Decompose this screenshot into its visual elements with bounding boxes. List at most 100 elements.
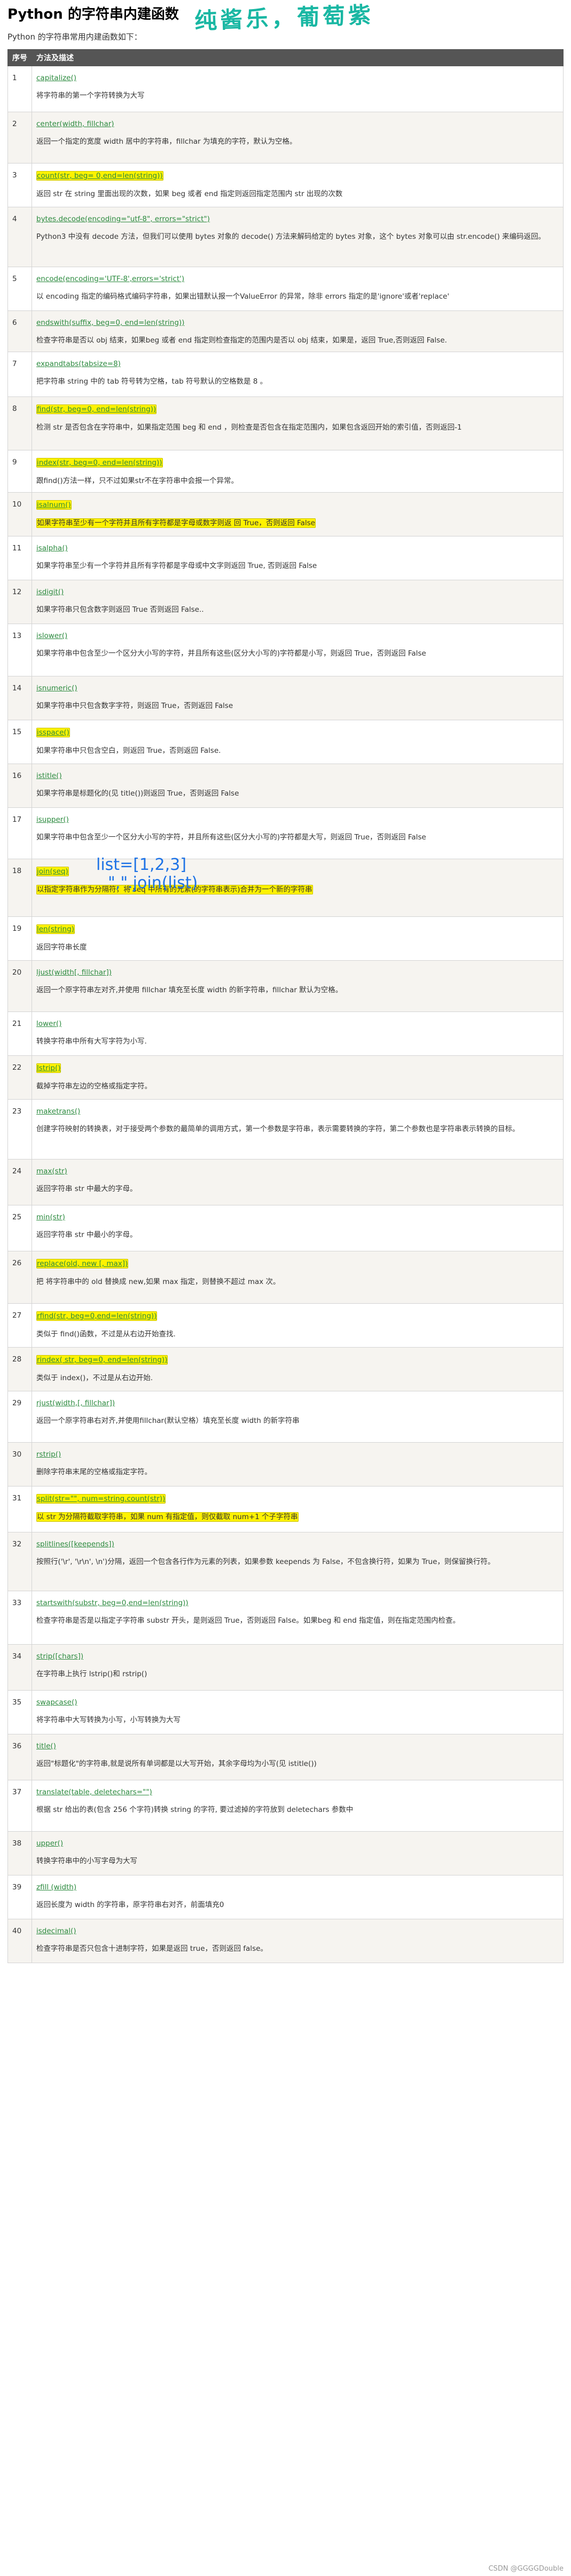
method-link[interactable]: isdecimal(): [36, 1927, 76, 1935]
method-link[interactable]: len(string): [36, 924, 75, 934]
method-description-text: 返回"标题化"的字符串,就是说所有单词都是以大写开始，其余字母均为小写(见 is…: [36, 1760, 317, 1768]
method-description: 如果字符串至少有一个字符并且所有字符都是字母或中文字则返回 True, 否则返回…: [36, 560, 559, 572]
row-number: 33: [7, 1591, 32, 1645]
method-description-text: 以 encoding 指定的编码格式编码字符串，如果出错默认报一个ValueEr…: [36, 292, 450, 301]
table-row: 1 capitalize() 将字符串的第一个字符转换为大写: [7, 66, 564, 112]
row-number: 19: [7, 916, 32, 961]
table-row: 28 rindex( str, beg=0, end=len(string)) 类似…: [7, 1347, 564, 1391]
row-number: 25: [7, 1205, 32, 1251]
method-link[interactable]: capitalize(): [36, 74, 76, 82]
method-link[interactable]: rjust(width,[, fillchar]): [36, 1399, 115, 1407]
method-description-text: 类似于 index()，不过是从右边开始.: [36, 1374, 153, 1382]
method-description: 如果字符串中包含至少一个区分大小写的字符，并且所有这些(区分大小写的)字符都是小…: [36, 648, 559, 659]
method-description-text: 如果字符串是标题化的(见 title())则返回 True，否则返回 False: [36, 789, 239, 798]
method-description-text: 按照行('\r', '\r\n', \n')分隔，返回一个包含各行作为元素的列表…: [36, 1558, 495, 1566]
method-link[interactable]: replace(old, new [, max]): [36, 1259, 129, 1268]
method-link[interactable]: index(str, beg=0, end=len(string)): [36, 458, 163, 468]
method-link[interactable]: bytes.decode(encoding="utf-8", errors="s…: [36, 215, 210, 223]
table-row: 5 encode(encoding='UTF-8',errors='strict'…: [7, 267, 564, 311]
row-method-cell: zfill (width) 返回长度为 width 的字符串，原字符串右对齐，前面…: [32, 1875, 564, 1919]
method-description: 将字符串中大写转换为小写，小写转换为大写: [36, 1714, 559, 1726]
table-row: 31 split(str="", num=string.count(str)) 以 …: [7, 1486, 564, 1532]
method-link[interactable]: maketrans(): [36, 1107, 80, 1116]
method-link[interactable]: zfill (width): [36, 1883, 76, 1892]
method-description: 转换字符串中的小写字母为大写: [36, 1855, 559, 1867]
row-number: 29: [7, 1391, 32, 1443]
method-description: 返回一个原字符串右对齐,并使用fillchar(默认空格）填充至长度 width…: [36, 1415, 559, 1427]
method-link[interactable]: rfind(str, beg=0,end=len(string)): [36, 1311, 158, 1321]
method-link[interactable]: isalpha(): [36, 544, 68, 552]
method-link[interactable]: rstrip(): [36, 1450, 61, 1459]
method-description-text: 检查字符串是否是以指定子字符串 substr 开头，是则返回 True，否则返回…: [36, 1616, 460, 1625]
method-link[interactable]: min(str): [36, 1213, 65, 1221]
method-description-text: 检查字符串是否只包含十进制字符，如果是返回 true，否则返回 false。: [36, 1944, 268, 1953]
method-description: 按照行('\r', '\r\n', \n')分隔，返回一个包含各行作为元素的列表…: [36, 1556, 559, 1568]
method-link[interactable]: expandtabs(tabsize=8): [36, 360, 121, 368]
row-method-cell: rjust(width,[, fillchar]) 返回一个原字符串右对齐,并使用…: [32, 1391, 564, 1443]
annotation-line-1: list=[1,2,3]: [96, 855, 186, 874]
method-description: 类似于 find()函数，不过是从右边开始查找.: [36, 1328, 559, 1340]
method-link[interactable]: lstrip(): [36, 1063, 61, 1073]
method-description: 把 将字符串中的 old 替换成 new,如果 max 指定，则替换不超过 ma…: [36, 1276, 559, 1288]
method-description-text: 以 str 为分隔符截取字符串，如果 num 有指定值，则仅截取 num+1 个…: [36, 1512, 299, 1522]
method-description-text: 把 将字符串中的 old 替换成 new,如果 max 指定，则替换不超过 ma…: [36, 1278, 280, 1286]
method-link[interactable]: splitlines([keepends]): [36, 1540, 114, 1548]
table-row: 9 index(str, beg=0, end=len(string)) 跟find…: [7, 450, 564, 493]
method-link[interactable]: upper(): [36, 1839, 63, 1848]
row-method-cell: ljust(width[, fillchar]) 返回一个原字符串左对齐,并使用 …: [32, 960, 564, 1012]
method-link[interactable]: translate(table, deletechars=""): [36, 1788, 152, 1796]
method-link[interactable]: center(width, fillchar): [36, 120, 114, 128]
row-number: 21: [7, 1011, 32, 1056]
method-link[interactable]: isalnum(): [36, 500, 72, 510]
row-number: 15: [7, 720, 32, 764]
method-link[interactable]: endswith(suffix, beg=0, end=len(string)): [36, 318, 184, 327]
row-number: 39: [7, 1875, 32, 1919]
row-number: 5: [7, 267, 32, 311]
row-number: 23: [7, 1099, 32, 1159]
handwritten-note: 纯酱乐，葡萄紫: [194, 2, 374, 34]
functions-table: 序号 方法及描述 1 capitalize() 将字符串的第一个字符转换为大写 2 ce…: [7, 49, 564, 1963]
annotation-line-2: ",".join(list): [108, 873, 198, 892]
method-link[interactable]: lower(): [36, 1019, 61, 1028]
method-link[interactable]: isdigit(): [36, 588, 64, 596]
method-description-text: 如果字符串只包含数字则返回 True 否则返回 False..: [36, 605, 204, 614]
method-description: 以 encoding 指定的编码格式编码字符串，如果出错默认报一个ValueEr…: [36, 291, 559, 302]
method-link[interactable]: split(str="", num=string.count(str)): [36, 1494, 166, 1504]
method-link[interactable]: swapcase(): [36, 1698, 77, 1707]
method-link[interactable]: max(str): [36, 1167, 67, 1176]
method-description: 如果字符串中只包含空白，则返回 True，否则返回 False.: [36, 745, 559, 757]
method-link[interactable]: islower(): [36, 632, 67, 640]
method-description-text: 返回 str 在 string 里面出现的次数，如果 beg 或者 end 指定…: [36, 190, 343, 198]
row-method-cell: lower() 转换字符串中所有大写字符为小写.: [32, 1011, 564, 1056]
method-link[interactable]: count(str, beg= 0,end=len(string)): [36, 171, 163, 181]
method-link[interactable]: istitle(): [36, 772, 62, 780]
method-link[interactable]: title(): [36, 1742, 56, 1750]
method-description: 返回一个原字符串左对齐,并使用 fillchar 填充至长度 width 的新字…: [36, 984, 559, 996]
method-link[interactable]: startswith(substr, beg=0,end=len(string)…: [36, 1599, 189, 1607]
row-method-cell: min(str) 返回字符串 str 中最小的字母。: [32, 1205, 564, 1251]
method-description: Python3 中没有 decode 方法，但我们可以使用 bytes 对象的 …: [36, 231, 559, 243]
method-link[interactable]: ljust(width[, fillchar]): [36, 968, 112, 977]
row-method-cell: isdecimal() 检查字符串是否只包含十进制字符，如果是返回 true，否则…: [32, 1919, 564, 1963]
method-link[interactable]: isnumeric(): [36, 684, 77, 692]
row-number: 20: [7, 960, 32, 1012]
method-description-text: 如果字符串中只包含数字字符，则返回 True，否则返回 False: [36, 702, 233, 710]
method-description: 以 str 为分隔符截取字符串，如果 num 有指定值，则仅截取 num+1 个…: [36, 1511, 559, 1523]
method-link[interactable]: find(str, beg=0, end=len(string)): [36, 404, 157, 414]
row-method-cell: rstrip() 删除字符串末尾的空格或指定字符。: [32, 1442, 564, 1487]
method-link[interactable]: isupper(): [36, 815, 69, 824]
method-description: 检查字符串是否以 obj 结束，如果beg 或者 end 指定则检查指定的范围内…: [36, 334, 559, 346]
row-method-cell: rfind(str, beg=0,end=len(string)) 类似于 fin…: [32, 1303, 564, 1348]
table-row: 39 zfill (width) 返回长度为 width 的字符串，原字符串右对齐，…: [7, 1875, 564, 1919]
method-description-text: 检查字符串是否以 obj 结束，如果beg 或者 end 指定则检查指定的范围内…: [36, 336, 447, 345]
method-description-text: 返回字符串 str 中最小的字母。: [36, 1231, 137, 1239]
method-link[interactable]: join(seq): [36, 867, 69, 876]
row-method-cell: split(str="", num=string.count(str)) 以 st…: [32, 1486, 564, 1532]
row-number: 2: [7, 112, 32, 164]
table-row: 25 min(str) 返回字符串 str 中最小的字母。: [7, 1205, 564, 1251]
method-link[interactable]: rindex( str, beg=0, end=len(string)): [36, 1355, 168, 1365]
method-link[interactable]: encode(encoding='UTF-8',errors='strict'): [36, 275, 184, 283]
method-link[interactable]: isspace(): [36, 728, 70, 737]
method-link[interactable]: strip([chars]): [36, 1652, 83, 1661]
method-description-text: 检测 str 是否包含在字符串中，如果指定范围 beg 和 end ，则检查是否…: [36, 423, 462, 432]
